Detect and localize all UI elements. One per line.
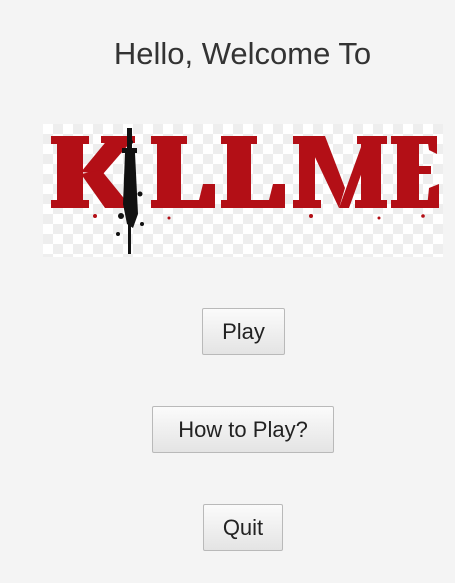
logo-letter-l1 <box>151 136 215 208</box>
logo-splatter <box>93 214 425 220</box>
logo-letter-m <box>293 136 387 208</box>
quit-button[interactable]: Quit <box>203 504 283 551</box>
play-button[interactable]: Play <box>202 308 285 355</box>
kill-me-logo-image <box>51 128 439 254</box>
welcome-heading: Hello, Welcome To <box>113 36 372 71</box>
logo-letter-e <box>391 136 439 208</box>
how-to-play-button[interactable]: How to Play? <box>152 406 334 453</box>
logo-letter-l2 <box>221 136 285 208</box>
game-logo <box>43 124 443 257</box>
logo-letter-k <box>51 136 135 208</box>
